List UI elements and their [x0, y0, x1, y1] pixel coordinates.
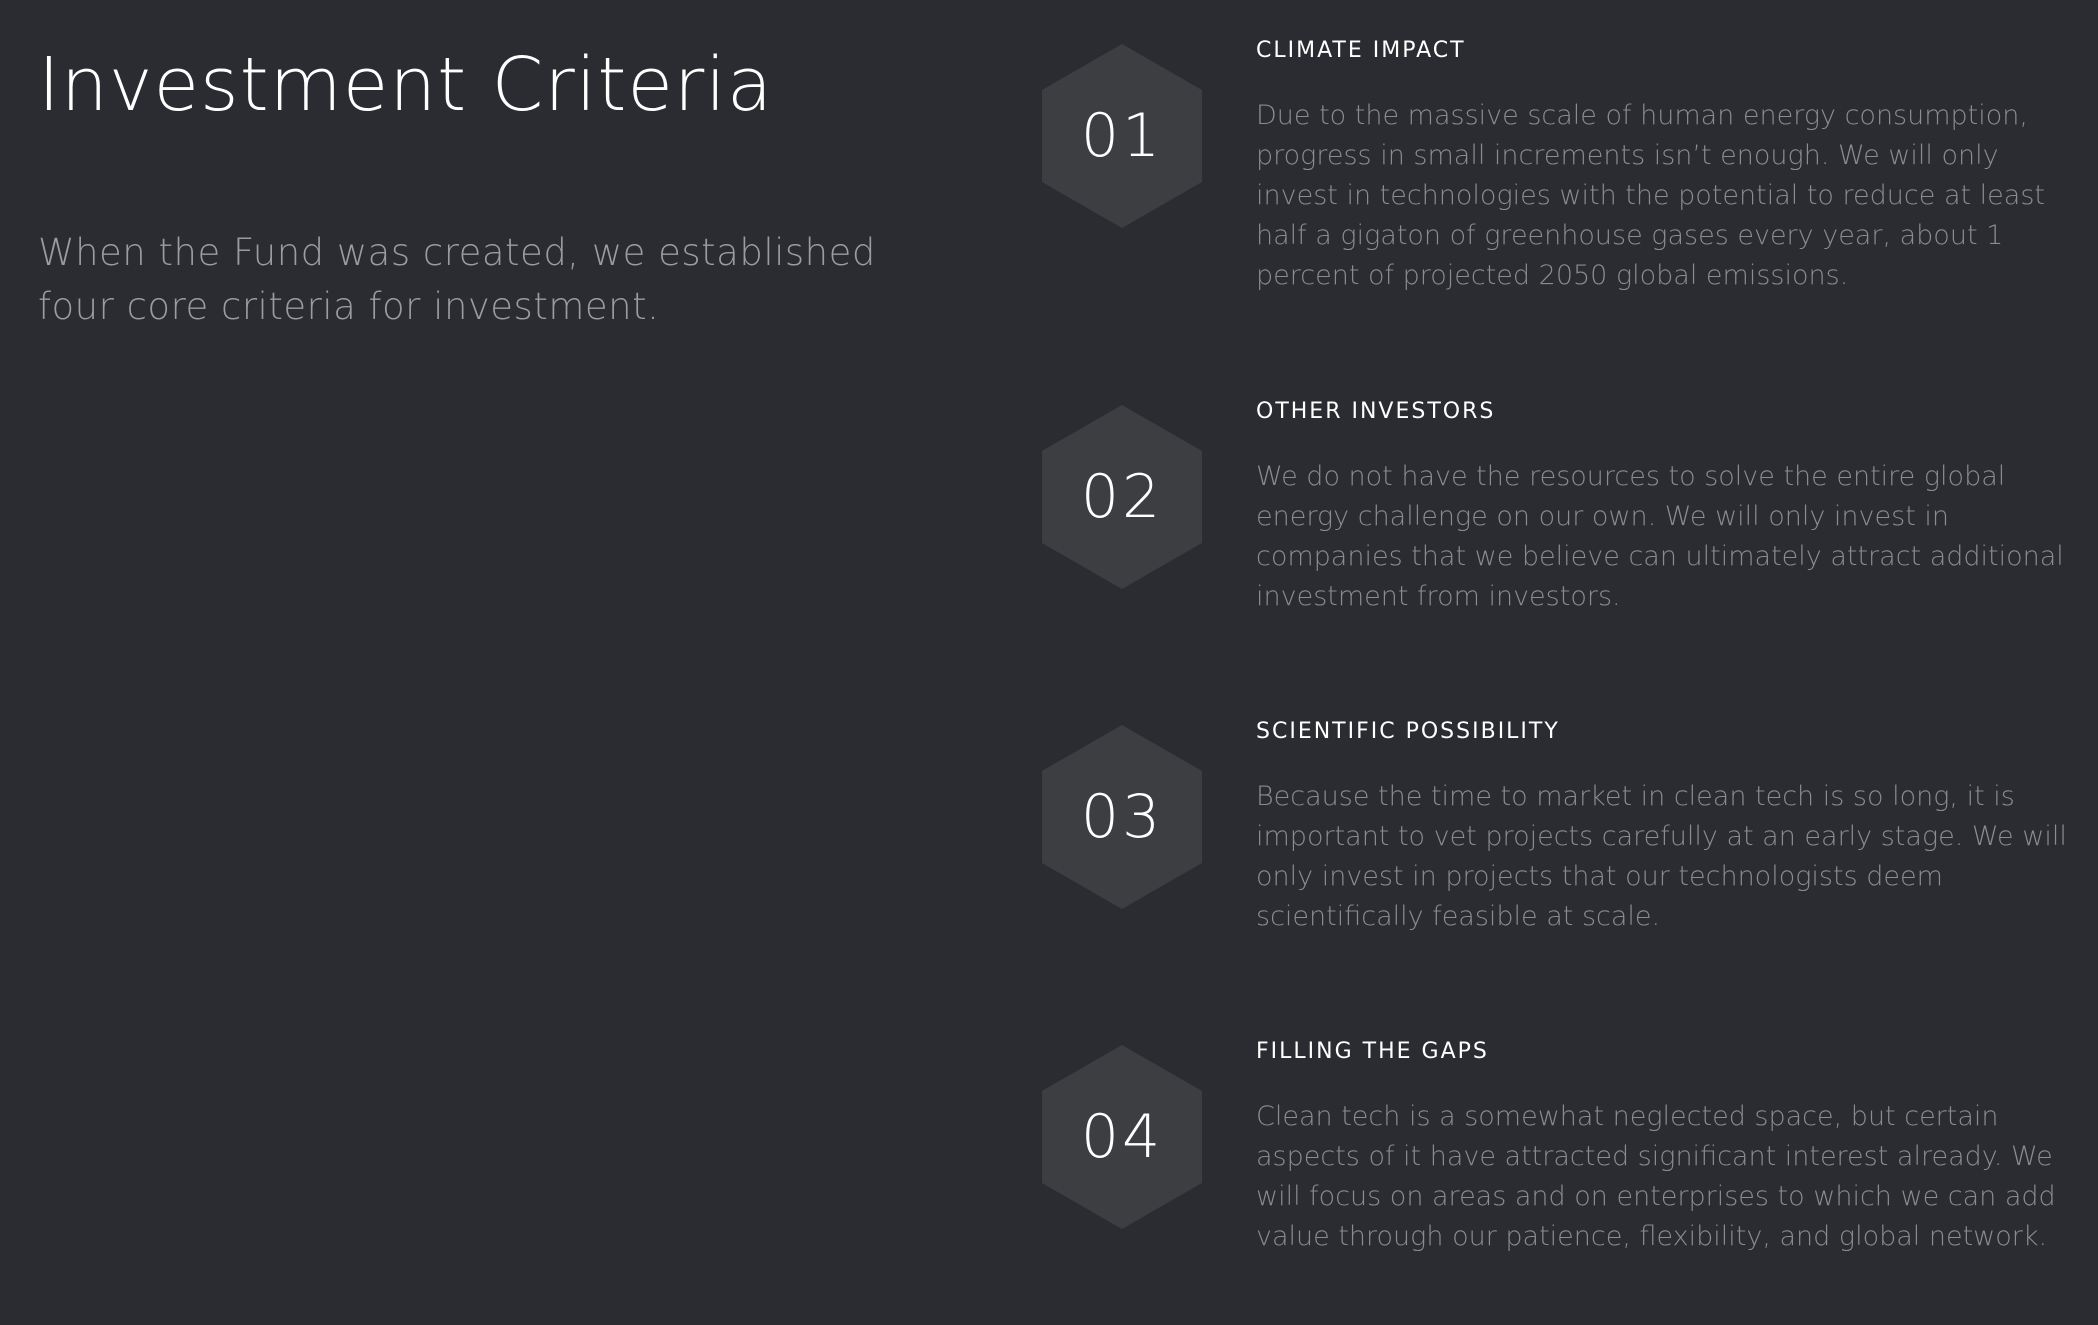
criterion-description: We do not have the resources to solve th…	[1256, 461, 2064, 612]
criterion-title: FILLING THE GAPS	[1256, 1039, 1489, 1064]
criteria-list: 01 CLIMATE IMPACT Due to the massive sca…	[1040, 0, 2080, 1325]
criterion-description: Clean tech is a somewhat neglected space…	[1256, 1101, 2056, 1252]
intro-section: Investment Criteria When the Fund was cr…	[38, 40, 918, 334]
criterion-number: 02	[1080, 462, 1164, 532]
intro-text: When the Fund was created, we establishe…	[38, 231, 876, 328]
criterion-description: Due to the massive scale of human energy…	[1256, 100, 2045, 291]
criterion-number: 03	[1080, 782, 1164, 852]
hexagon-badge: 01	[1042, 44, 1202, 228]
criterion-title: OTHER INVESTORS	[1256, 399, 1496, 424]
criterion-description: Because the time to market in clean tech…	[1256, 781, 2067, 932]
criterion-number: 04	[1080, 1102, 1164, 1172]
hexagon-badge: 04	[1042, 1045, 1202, 1229]
hexagon-badge: 03	[1042, 725, 1202, 909]
hexagon-badge: 02	[1042, 405, 1202, 589]
criterion-number: 01	[1080, 101, 1164, 171]
criterion-title: CLIMATE IMPACT	[1256, 38, 1466, 63]
criterion-title: SCIENTIFIC POSSIBILITY	[1256, 719, 1560, 744]
page-title: Investment Criteria	[38, 42, 774, 128]
